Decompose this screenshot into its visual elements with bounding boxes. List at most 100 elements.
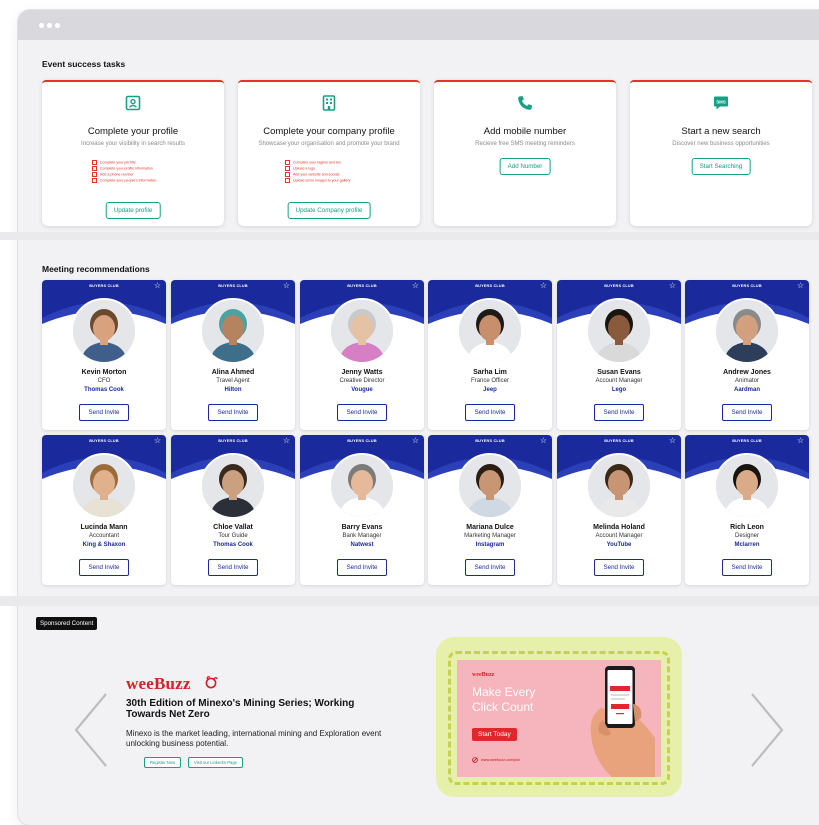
person-card[interactable]: BUYERS CLUB ☆ Lucinda Mann Accountant King &… — [42, 435, 166, 585]
person-company[interactable]: YouTube — [557, 542, 681, 548]
send-invite-button[interactable]: Send Invite — [722, 559, 772, 576]
person-company[interactable]: Natwest — [300, 542, 424, 548]
person-company[interactable]: Instagram — [428, 542, 552, 548]
ad-banner-url: www.weebuzz.com/join — [481, 758, 521, 762]
checklist-item[interactable]: Complete your people's information — [92, 178, 156, 184]
send-invite-button[interactable]: Send Invite — [208, 404, 258, 421]
web-link-icon — [472, 757, 478, 763]
profile-card-icon — [125, 95, 141, 111]
person-role: France Officer — [471, 378, 509, 384]
send-invite-button[interactable]: Send Invite — [79, 559, 129, 576]
person-name: Rich Leon — [730, 524, 764, 531]
person-card[interactable]: BUYERS CLUB ☆ Kevin Morton CFO Thomas Cook Se… — [42, 280, 166, 430]
buyers-club-label: BUYERS CLUB — [604, 284, 634, 288]
star-outline-icon[interactable]: ☆ — [412, 281, 419, 291]
linkedin-page-button[interactable]: Visit our LinkedIn Page — [188, 757, 243, 768]
task-subtitle: Recieve free SMS meeting reminders — [475, 141, 575, 147]
send-invite-button[interactable]: Send Invite — [722, 404, 772, 421]
person-role: Bank Manager — [342, 533, 382, 539]
star-outline-icon[interactable]: ☆ — [154, 281, 161, 291]
weebuzz-bee-icon — [205, 676, 218, 689]
person-card[interactable]: BUYERS CLUB ☆ Andrew Jones Animator Aardman S… — [685, 280, 809, 430]
send-invite-button[interactable]: Send Invite — [594, 404, 644, 421]
star-outline-icon[interactable]: ☆ — [283, 281, 290, 291]
star-outline-icon[interactable]: ☆ — [669, 281, 676, 291]
person-company[interactable]: Vougue — [300, 387, 424, 393]
avatar — [329, 453, 395, 519]
meeting-recommendations-heading: Meeting recommendations — [42, 264, 150, 274]
send-invite-button[interactable]: Send Invite — [594, 559, 644, 576]
person-company[interactable]: Hilton — [171, 387, 295, 393]
person-role: Creative Director — [339, 378, 385, 384]
person-card[interactable]: BUYERS CLUB ☆ Susan Evans Account Manager Le… — [557, 280, 681, 430]
star-outline-icon[interactable]: ☆ — [412, 436, 419, 446]
task-subtitle: Increase your visibility in search resul… — [80, 141, 186, 147]
buyers-club-label: BUYERS CLUB — [347, 439, 377, 443]
ad-start-today-button[interactable]: Start Today — [472, 728, 517, 741]
carousel-prev-icon[interactable] — [72, 692, 112, 768]
send-invite-button[interactable]: Send Invite — [208, 559, 258, 576]
section-divider — [0, 596, 819, 606]
person-card[interactable]: BUYERS CLUB ☆ Rich Leon Designer Mclarren Sen… — [685, 435, 809, 585]
sponsored-content-tag: Sponsored Content — [36, 617, 98, 630]
section-divider — [0, 232, 819, 240]
person-card[interactable]: BUYERS CLUB ☆ Mariana Dulce Marketing Manag… — [428, 435, 552, 585]
star-outline-icon[interactable]: ☆ — [669, 436, 676, 446]
person-company[interactable]: King & Shaxon — [42, 542, 166, 548]
star-outline-icon[interactable]: ☆ — [154, 436, 161, 446]
carousel-next-icon[interactable] — [746, 692, 786, 768]
person-card[interactable]: BUYERS CLUB ☆ Barry Evans Bank Manager Natwe… — [300, 435, 424, 585]
update-company-profile-button[interactable]: Update Company profile — [287, 202, 371, 219]
star-outline-icon[interactable]: ☆ — [540, 436, 547, 446]
add-number-button[interactable]: Add Number — [499, 158, 551, 175]
avatar — [714, 298, 780, 364]
send-invite-button[interactable]: Send Invite — [465, 404, 515, 421]
person-company[interactable]: Thomas Cook — [171, 542, 295, 548]
person-name: Melinda Holand — [593, 524, 645, 531]
person-card[interactable]: BUYERS CLUB ☆ Sarha Lim France Officer Jeep S… — [428, 280, 552, 430]
star-outline-icon[interactable]: ☆ — [797, 436, 804, 446]
send-invite-button[interactable]: Send Invite — [79, 404, 129, 421]
person-card[interactable]: BUYERS CLUB ☆ Jenny Watts Creative Director… — [300, 280, 424, 430]
person-role: Animator — [734, 378, 759, 384]
person-company[interactable]: Lego — [557, 387, 681, 393]
person-card[interactable]: BUYERS CLUB ☆ Chloe Vallat Tour Guide Thomas… — [171, 435, 295, 585]
person-name: Andrew Jones — [723, 369, 771, 376]
person-company[interactable]: Jeep — [428, 387, 552, 393]
task-title: Complete your company profile — [263, 126, 395, 137]
register-now-button[interactable]: Register Now — [144, 757, 182, 768]
checklist-item[interactable]: Upload some images to your gallery — [285, 178, 350, 184]
person-card[interactable]: BUYERS CLUB ☆ Alina Ahmed Travel Agent Hilto… — [171, 280, 295, 430]
phone-icon — [518, 96, 532, 110]
send-invite-button[interactable]: Send Invite — [337, 559, 387, 576]
star-outline-icon[interactable]: ☆ — [540, 281, 547, 291]
person-name: Kevin Morton — [81, 369, 127, 376]
buyers-club-label: BUYERS CLUB — [218, 284, 248, 288]
person-company[interactable]: Thomas Cook — [42, 387, 166, 393]
ad-description: Minexo is the market leading, internatio… — [126, 729, 382, 748]
avatar — [200, 298, 266, 364]
person-card[interactable]: BUYERS CLUB ☆ Melinda Holand Account Manage… — [557, 435, 681, 585]
avatar — [71, 453, 137, 519]
person-company[interactable]: Aardman — [685, 387, 809, 393]
send-invite-button[interactable]: Send Invite — [465, 559, 515, 576]
task-card-mobile: Add mobile number Recieve free SMS meeti… — [434, 80, 616, 226]
star-outline-icon[interactable]: ☆ — [283, 436, 290, 446]
start-searching-button[interactable]: Start Searching — [691, 158, 751, 175]
ad-banner-headline: Make Every Click Count — [472, 685, 536, 714]
star-outline-icon[interactable]: ☆ — [797, 281, 804, 291]
send-invite-button[interactable]: Send Invite — [337, 404, 387, 421]
buyers-club-label: BUYERS CLUB — [475, 439, 505, 443]
buyers-club-label: BUYERS CLUB — [89, 284, 119, 288]
window-dot-icon — [39, 23, 44, 28]
person-company[interactable]: Mclarren — [685, 542, 809, 548]
avatar — [457, 298, 523, 364]
update-profile-button[interactable]: Update profile — [105, 202, 161, 219]
buyers-club-label: BUYERS CLUB — [347, 284, 377, 288]
buyers-club-label: BUYERS CLUB — [218, 439, 248, 443]
ad-banner[interactable]: weeBuzz Make Every Click Count Start Tod… — [457, 660, 661, 777]
buyers-club-label: BUYERS CLUB — [89, 439, 119, 443]
avatar — [586, 453, 652, 519]
task-card-search: SMS Start a new search Discover new busi… — [630, 80, 812, 226]
buyers-club-label: BUYERS CLUB — [732, 439, 762, 443]
